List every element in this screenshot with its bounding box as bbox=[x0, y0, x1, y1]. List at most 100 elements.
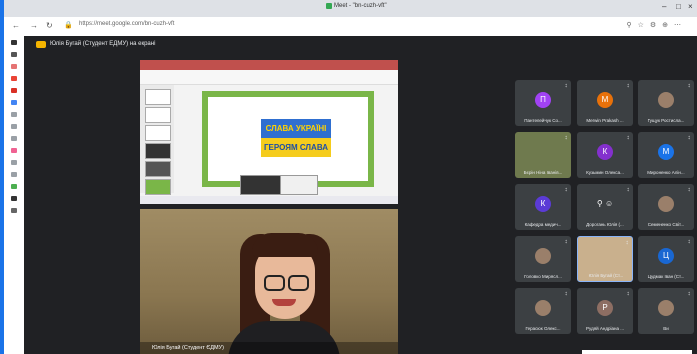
window-title: Meet - "bn-cuzh-vft" bbox=[334, 3, 387, 9]
mic-muted-icon: ⦂ bbox=[626, 240, 628, 246]
participant-name: Герасюк Олекс... bbox=[525, 326, 561, 331]
browser-titlebar: Meet - "bn-cuzh-vft" – □ × bbox=[4, 0, 697, 17]
sidebar-icon-7[interactable] bbox=[11, 112, 17, 117]
participant-tile[interactable]: ⦂ Ви bbox=[638, 288, 694, 334]
presenter-camera[interactable]: Юлія Бугай (Студент ЄДМУ) bbox=[140, 209, 398, 354]
avatar: К bbox=[535, 196, 551, 212]
mic-muted-icon: ⦂ bbox=[565, 83, 567, 89]
participant-name: Кузьмин Олекса... bbox=[586, 170, 624, 175]
avatar: M bbox=[597, 92, 613, 108]
avatar: М bbox=[658, 144, 674, 160]
participant-tile[interactable]: ⦂ К Кафедра медич... bbox=[515, 184, 571, 230]
slide-thumb-active bbox=[145, 179, 171, 195]
smile bbox=[272, 299, 296, 306]
avatar-photo bbox=[535, 248, 551, 264]
participant-tile[interactable]: ⦂ Юлія Бугай (Ст... bbox=[577, 236, 633, 282]
participant-tile[interactable]: ⦂ Герасюк Олекс... bbox=[515, 288, 571, 334]
participant-tile[interactable]: ⦂ Бєрін Ніна Іванів... bbox=[515, 132, 571, 178]
shared-screen[interactable]: СЛАВА УКРАЇНІ ГЕРОЯМ СЛАВА bbox=[140, 60, 398, 204]
participant-name: Семененко Світ... bbox=[647, 222, 685, 227]
mic-muted-icon: ⦂ bbox=[627, 187, 629, 193]
sidebar-icon-5[interactable] bbox=[11, 88, 17, 93]
participant-tile[interactable]: ⦂ Р Рудяй Андріана ... bbox=[577, 288, 633, 334]
participant-name: Юлія Бугай (Ст... bbox=[588, 273, 624, 278]
remote-taskbar bbox=[140, 196, 398, 204]
sidebar-icon-3[interactable] bbox=[11, 64, 17, 69]
url-field[interactable]: https://meet.google.com/bn-cuzh-vft bbox=[79, 21, 174, 27]
participant-tile[interactable]: ⦂ Семененко Світ... bbox=[638, 184, 694, 230]
sidebar-add-icon[interactable] bbox=[11, 208, 17, 213]
camera-name-bar: Юлія Бугай (Студент ЄДМУ) bbox=[140, 342, 398, 354]
participant-tile[interactable]: ⦂ M Merwin Prakash ... bbox=[577, 80, 633, 126]
mic-muted-icon: ⦂ bbox=[627, 135, 629, 141]
participant-name: Цудмак Іван (Ст... bbox=[647, 274, 685, 279]
participant-name: Кафедра медич... bbox=[524, 222, 562, 227]
slide-thumb bbox=[145, 125, 171, 141]
mic-muted-icon: ⦂ bbox=[688, 83, 690, 89]
mic-muted-icon: ⦂ bbox=[688, 291, 690, 297]
mic-muted-icon: ⦂ bbox=[627, 291, 629, 297]
hair bbox=[252, 233, 318, 257]
tile-controls-icon[interactable]: ⚲ ☺ bbox=[590, 196, 620, 212]
mic-muted-icon: ⦂ bbox=[565, 239, 567, 245]
address-bar: ← → ↻ 🔒 https://meet.google.com/bn-cuzh-… bbox=[4, 17, 697, 37]
participant-name: Мироненко Алін... bbox=[647, 170, 685, 175]
participant-tile[interactable]: ⦂ Ц Цудмак Іван (Ст... bbox=[638, 236, 694, 282]
avatar: Ц bbox=[658, 248, 674, 264]
slide-content: СЛАВА УКРАЇНІ ГЕРОЯМ СЛАВА bbox=[208, 97, 368, 181]
powerpoint-titlebar bbox=[140, 60, 398, 70]
maximize-button[interactable]: □ bbox=[676, 2, 681, 11]
sidebar-icon-13[interactable] bbox=[11, 184, 17, 189]
slide-thumb bbox=[145, 89, 171, 105]
bottom-toast bbox=[582, 350, 692, 354]
sidebar-icon-6[interactable] bbox=[11, 100, 17, 105]
mic-muted-icon: ⦂ bbox=[565, 187, 567, 193]
slide-thumb bbox=[145, 143, 171, 159]
powerpoint-ribbon bbox=[140, 70, 398, 85]
participant-tile[interactable]: ⦂ П Пантелейчук Со... bbox=[515, 80, 571, 126]
slava-ukraini-banner: СЛАВА УКРАЇНІ ГЕРОЯМ СЛАВА bbox=[261, 119, 331, 157]
back-icon[interactable]: ← bbox=[12, 21, 20, 30]
participant-name: Ви bbox=[663, 326, 669, 331]
camera-name-label: Юлія Бугай (Студент ЄДМУ) bbox=[152, 345, 224, 351]
participant-name: Гущук Ростисла... bbox=[647, 118, 685, 123]
forward-icon[interactable]: → bbox=[30, 21, 38, 30]
sidebar-icon-11[interactable] bbox=[11, 160, 17, 165]
glasses bbox=[288, 275, 309, 291]
avatar-photo bbox=[658, 92, 674, 108]
mic-muted-icon: ⦂ bbox=[565, 135, 567, 141]
lock-icon: 🔒 bbox=[64, 22, 73, 29]
slide-thumbnails bbox=[140, 85, 174, 195]
sidebar-icon-4[interactable] bbox=[11, 76, 17, 81]
overlay-dialog bbox=[280, 175, 318, 195]
presenting-hand-icon bbox=[36, 41, 46, 48]
glasses bbox=[264, 275, 285, 291]
participant-tile[interactable]: ⦂ Гущук Ростисла... bbox=[638, 80, 694, 126]
browser-sidebar bbox=[4, 36, 24, 354]
sidebar-icon-9[interactable] bbox=[11, 136, 17, 141]
participant-name: Пантелейчук Со... bbox=[524, 118, 562, 123]
avatar-photo bbox=[535, 300, 551, 316]
participant-name: Головко Мирясл... bbox=[524, 274, 562, 279]
banner-bottom-text: ГЕРОЯМ СЛАВА bbox=[261, 138, 331, 157]
participant-tile[interactable]: ⦂ ⚲ ☺ Дорогань Юлія (... bbox=[577, 184, 633, 230]
sidebar-icon-14[interactable] bbox=[11, 196, 17, 201]
close-button[interactable]: × bbox=[688, 2, 693, 11]
sidebar-icon-1[interactable] bbox=[11, 40, 17, 45]
mic-muted-icon: ⦂ bbox=[688, 135, 690, 141]
participant-tile[interactable]: ⦂ Головко Мирясл... bbox=[515, 236, 571, 282]
participant-tile[interactable]: ⦂ М Мироненко Алін... bbox=[638, 132, 694, 178]
participant-name: Бєрін Ніна Іванів... bbox=[523, 170, 563, 175]
avatar: К bbox=[597, 144, 613, 160]
minimize-button[interactable]: – bbox=[662, 2, 666, 11]
sidebar-icon-8[interactable] bbox=[11, 124, 17, 129]
presenting-banner: Юлія Бугай (Студент ЕДМУ) на екрані bbox=[24, 36, 697, 54]
mic-muted-icon: ⦂ bbox=[565, 291, 567, 297]
participant-tile[interactable]: ⦂ К Кузьмин Олекса... bbox=[577, 132, 633, 178]
sidebar-icon-12[interactable] bbox=[11, 172, 17, 177]
browser-toolbar-icons[interactable]: ⚲☆⚙⊕⋯ bbox=[626, 21, 687, 29]
sidebar-icon-2[interactable] bbox=[11, 52, 17, 57]
slide-canvas: СЛАВА УКРАЇНІ ГЕРОЯМ СЛАВА bbox=[202, 91, 374, 187]
sidebar-icon-10[interactable] bbox=[11, 148, 17, 153]
reload-icon[interactable]: ↻ bbox=[46, 21, 53, 30]
